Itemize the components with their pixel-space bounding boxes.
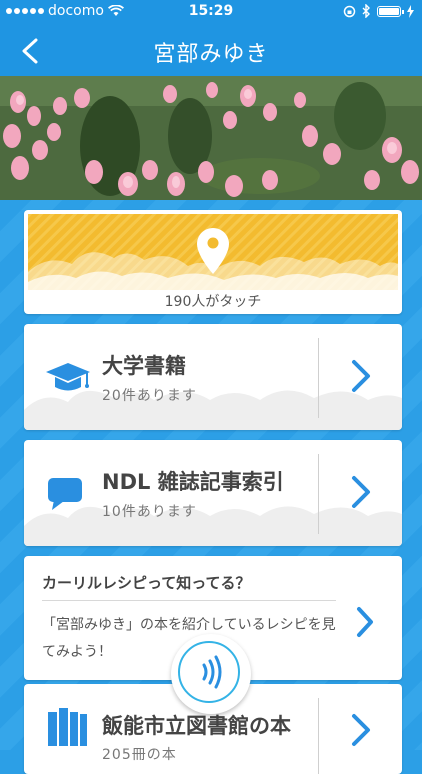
status-bar: docomo 15:29 bbox=[0, 0, 422, 24]
touch-wave-icon bbox=[202, 655, 222, 689]
orientation-lock-icon bbox=[343, 5, 356, 17]
card-title: NDL 雑誌記事索引 bbox=[102, 470, 284, 494]
card-subtitle: 10件あります bbox=[102, 504, 197, 520]
ndl-magazine-card[interactable]: NDL 雑誌記事索引 10件あります bbox=[24, 440, 402, 546]
touch-count: 190人がタッチ bbox=[164, 294, 262, 310]
card-subtitle: 205冊の本 bbox=[102, 747, 177, 763]
books-icon bbox=[48, 708, 87, 746]
chevron-right-icon[interactable] bbox=[346, 710, 376, 750]
recipe-title: カーリルレシピって知ってる？ bbox=[42, 574, 251, 592]
touch-button[interactable] bbox=[171, 634, 251, 714]
touch-banner bbox=[28, 214, 398, 290]
location-pin-icon bbox=[197, 228, 229, 274]
chevron-right-icon[interactable] bbox=[346, 472, 376, 512]
page-title: 宮部みゆき bbox=[153, 42, 269, 67]
card-title: 大学書籍 bbox=[102, 354, 186, 378]
navigation-bar: 宮部みゆき bbox=[0, 24, 422, 76]
card-subtitle: 20件あります bbox=[102, 388, 197, 404]
divider bbox=[318, 698, 319, 774]
charging-icon bbox=[407, 4, 414, 18]
card-title: 飯能市立図書館の本 bbox=[102, 714, 291, 738]
divider bbox=[318, 454, 319, 534]
chevron-right-icon[interactable] bbox=[352, 604, 378, 640]
bluetooth-icon bbox=[362, 4, 370, 18]
hero-image bbox=[0, 76, 422, 200]
graduation-cap-icon bbox=[46, 363, 90, 391]
battery-icon bbox=[377, 5, 404, 17]
touch-card[interactable]: 190人がタッチ bbox=[24, 210, 402, 314]
chevron-right-icon[interactable] bbox=[346, 356, 376, 396]
status-icons bbox=[343, 4, 414, 18]
touch-button-ring bbox=[178, 641, 240, 703]
speech-bubble-icon bbox=[48, 478, 82, 510]
flower-photo bbox=[0, 76, 422, 200]
university-books-card[interactable]: 大学書籍 20件あります bbox=[24, 324, 402, 430]
divider bbox=[318, 338, 319, 418]
divider bbox=[42, 600, 336, 601]
